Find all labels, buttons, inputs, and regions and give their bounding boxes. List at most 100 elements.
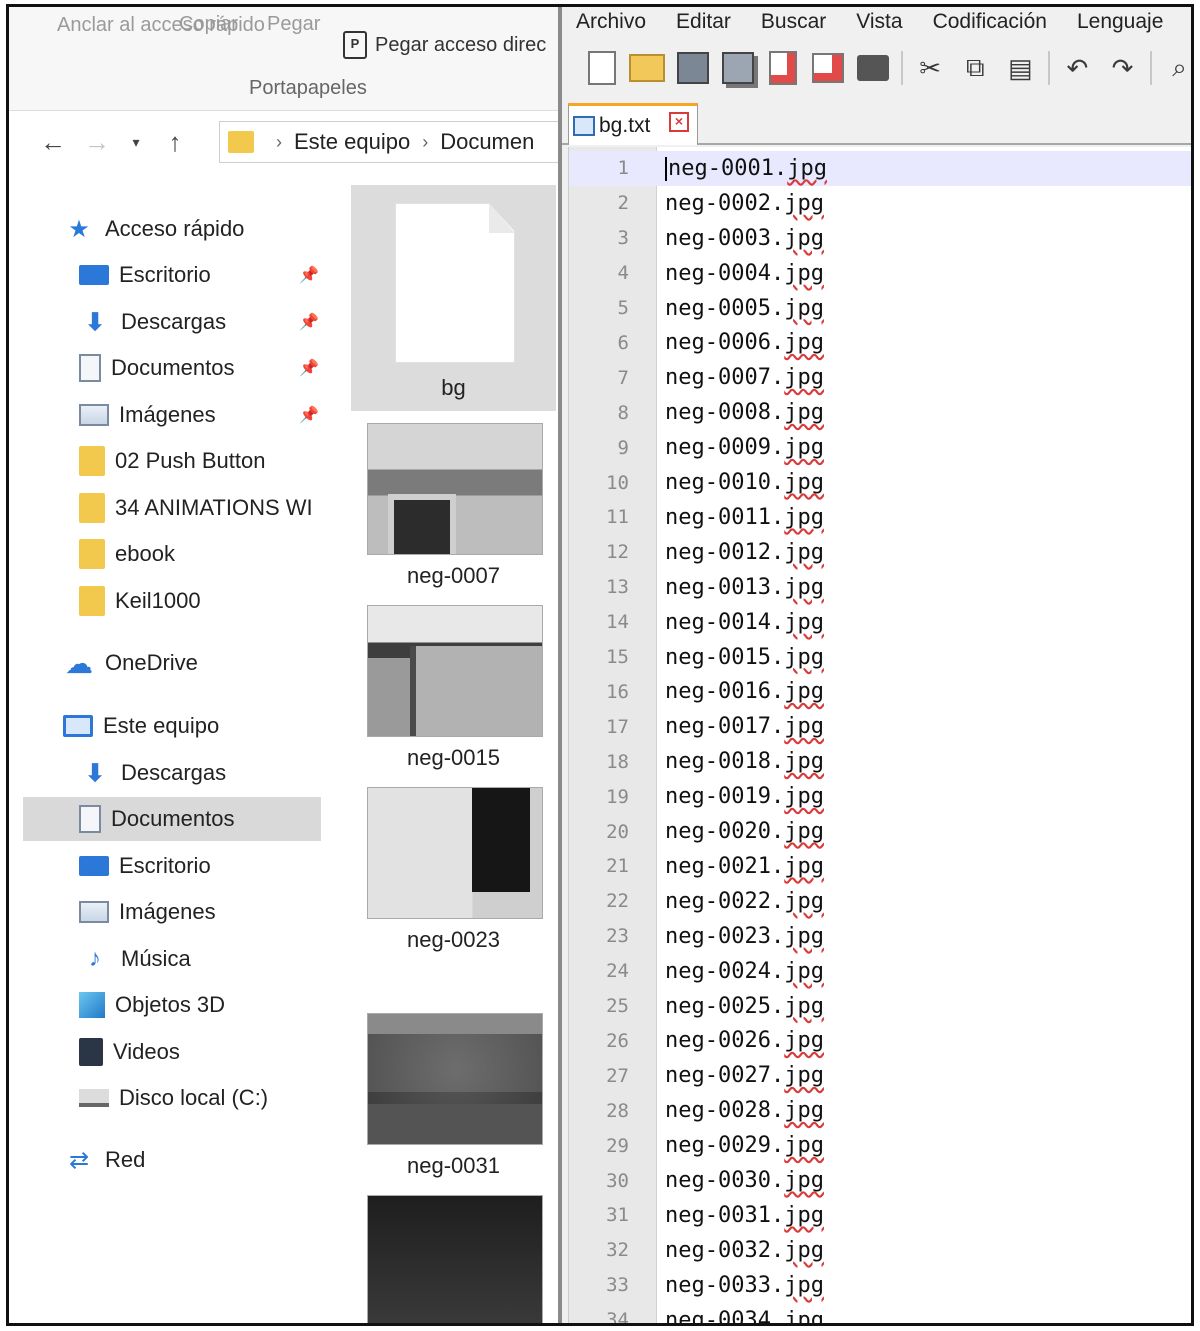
close-tab-icon[interactable]: × [669, 112, 689, 132]
line-text[interactable]: neg-0027.jpg [665, 1063, 824, 1088]
editor-line[interactable]: 34 neg-0034.jpg [569, 1303, 1191, 1323]
editor-line[interactable]: 10 neg-0010.jpg [569, 465, 1191, 500]
breadcrumb-documentos[interactable]: Documen [440, 129, 534, 155]
back-arrow-icon[interactable]: ← [31, 127, 75, 158]
line-text[interactable]: neg-0021.jpg [665, 854, 824, 879]
chevron-right-icon[interactable]: › [422, 132, 428, 153]
line-text[interactable]: neg-0018.jpg [665, 749, 824, 774]
file-thumbnail[interactable] [367, 1195, 543, 1323]
line-text[interactable]: neg-0016.jpg [665, 679, 824, 704]
line-text[interactable]: neg-0026.jpg [665, 1028, 824, 1053]
pin-quick-access-button[interactable]: Anclar al acceso rápido [57, 13, 265, 37]
line-text[interactable]: neg-0019.jpg [665, 784, 824, 809]
menu-codificacion[interactable]: Codificación [933, 10, 1047, 34]
paste-button[interactable]: Pegar [267, 13, 320, 36]
up-arrow-icon[interactable]: ↑ [153, 127, 197, 158]
nav-pc-documentos[interactable]: Documentos [23, 797, 321, 841]
menu-editar[interactable]: Editar [676, 10, 731, 34]
editor-line[interactable]: 14 neg-0014.jpg [569, 605, 1191, 640]
nav-quick-escritorio[interactable]: Escritorio 📌 [79, 253, 319, 297]
editor-line[interactable]: 29 neg-0029.jpg [569, 1128, 1191, 1163]
line-text[interactable]: neg-0032.jpg [665, 1238, 824, 1263]
nav-quick-ebook[interactable]: ebook [79, 532, 175, 576]
pin-icon[interactable]: 📌 [299, 405, 319, 425]
file-thumbnail-neg-0007[interactable] [367, 423, 543, 555]
editor-line[interactable]: 31 neg-0031.jpg [569, 1198, 1191, 1233]
nav-network[interactable]: ⇄ Red [63, 1138, 145, 1182]
line-text[interactable]: neg-0031.jpg [665, 1203, 824, 1228]
file-label[interactable]: neg-0031 [351, 1153, 556, 1179]
editor-line[interactable]: 28 neg-0028.jpg [569, 1093, 1191, 1128]
line-text[interactable]: neg-0028.jpg [665, 1098, 824, 1123]
file-label[interactable]: neg-0007 [351, 563, 556, 589]
line-text[interactable]: neg-0008.jpg [665, 400, 824, 425]
menu-lenguaje[interactable]: Lenguaje [1077, 10, 1163, 34]
menu-vista[interactable]: Vista [856, 10, 902, 34]
editor-line[interactable]: 19 neg-0019.jpg [569, 779, 1191, 814]
address-input[interactable]: › Este equipo › Documen [219, 121, 560, 163]
open-file-icon[interactable] [629, 49, 665, 87]
copy-icon[interactable]: ⧉ [958, 49, 993, 87]
line-text[interactable]: neg-0023.jpg [665, 924, 824, 949]
line-text[interactable]: neg-0005.jpg [665, 296, 824, 321]
editor-line[interactable]: 13 neg-0013.jpg [569, 570, 1191, 605]
editor-line[interactable]: 12 neg-0012.jpg [569, 535, 1191, 570]
editor-line[interactable]: 33 neg-0033.jpg [569, 1268, 1191, 1303]
editor-line[interactable]: 17 neg-0017.jpg [569, 709, 1191, 744]
nav-quick-34-animations[interactable]: 34 ANIMATIONS WI [79, 486, 313, 530]
line-text[interactable]: neg-0013.jpg [665, 575, 824, 600]
nav-pc-musica[interactable]: ♪ Música [79, 937, 191, 981]
nav-pc-imagenes[interactable]: Imágenes [79, 890, 216, 934]
copy-button[interactable]: Copiar [179, 13, 238, 36]
editor-line[interactable]: 3 neg-0003.jpg [569, 221, 1191, 256]
new-file-icon[interactable] [584, 49, 619, 87]
editor-line[interactable]: 21 neg-0021.jpg [569, 849, 1191, 884]
menu-buscar[interactable]: Buscar [761, 10, 826, 34]
editor-line[interactable]: 26 neg-0026.jpg [569, 1024, 1191, 1059]
editor-line[interactable]: 8 neg-0008.jpg [569, 395, 1191, 430]
line-text[interactable]: neg-0009.jpg [665, 435, 824, 460]
close-file-icon[interactable] [765, 49, 800, 87]
editor-line[interactable]: 24 neg-0024.jpg [569, 954, 1191, 989]
editor-line[interactable]: 32 neg-0032.jpg [569, 1233, 1191, 1268]
nav-pc-disco-local[interactable]: Disco local (C:) [79, 1076, 268, 1120]
text-editor[interactable]: 1 neg-0001.jpg 2 neg-0002.jpg 3 neg-0003.jpg 4… [568, 147, 1191, 1323]
editor-line[interactable]: 15 neg-0015.jpg [569, 640, 1191, 675]
line-text[interactable]: neg-0003.jpg [665, 226, 824, 251]
paste-icon[interactable]: ▤ [1003, 49, 1038, 87]
forward-arrow-icon[interactable]: → [75, 127, 119, 158]
save-all-icon[interactable] [720, 49, 755, 87]
nav-quick-descargas[interactable]: ⬇ Descargas 📌 [79, 300, 319, 344]
cut-icon[interactable]: ✂ [913, 49, 948, 87]
pin-icon[interactable]: 📌 [299, 358, 319, 378]
line-text[interactable]: neg-0015.jpg [665, 645, 824, 670]
nav-pc-escritorio[interactable]: Escritorio [79, 844, 211, 888]
editor-line[interactable]: 16 neg-0016.jpg [569, 675, 1191, 710]
line-text[interactable]: neg-0002.jpg [665, 191, 824, 216]
line-text[interactable]: neg-0022.jpg [665, 889, 824, 914]
editor-line[interactable]: 5 neg-0005.jpg [569, 291, 1191, 326]
line-text[interactable]: neg-0012.jpg [665, 540, 824, 565]
save-icon[interactable] [675, 49, 710, 87]
nav-pc-descargas[interactable]: ⬇ Descargas [79, 751, 226, 795]
editor-line[interactable]: 25 neg-0025.jpg [569, 989, 1191, 1024]
nav-quick-keil1000[interactable]: Keil1000 [79, 579, 201, 623]
editor-line[interactable]: 22 neg-0022.jpg [569, 884, 1191, 919]
line-text[interactable]: neg-0017.jpg [665, 714, 824, 739]
redo-icon[interactable]: ↷ [1105, 49, 1140, 87]
file-thumbnail-neg-0023[interactable] [367, 787, 543, 919]
line-text[interactable]: neg-0007.jpg [665, 365, 824, 390]
nav-quick-access[interactable]: ★ Acceso rápido [63, 207, 244, 251]
pin-icon[interactable]: 📌 [299, 265, 319, 285]
line-text[interactable]: neg-0025.jpg [665, 994, 824, 1019]
nav-quick-documentos[interactable]: Documentos 📌 [79, 346, 319, 390]
editor-line[interactable]: 4 neg-0004.jpg [569, 256, 1191, 291]
nav-pc-videos[interactable]: Videos [79, 1030, 180, 1074]
editor-line[interactable]: 9 neg-0009.jpg [569, 430, 1191, 465]
tab-bg-txt[interactable]: bg.txt × [568, 103, 698, 145]
editor-line[interactable]: 18 neg-0018.jpg [569, 744, 1191, 779]
nav-quick-imagenes[interactable]: Imágenes 📌 [79, 393, 319, 437]
menu-archivo[interactable]: Archivo [576, 10, 646, 34]
nav-pc-objetos-3d[interactable]: Objetos 3D [79, 983, 225, 1027]
line-text[interactable]: neg-0020.jpg [665, 819, 824, 844]
